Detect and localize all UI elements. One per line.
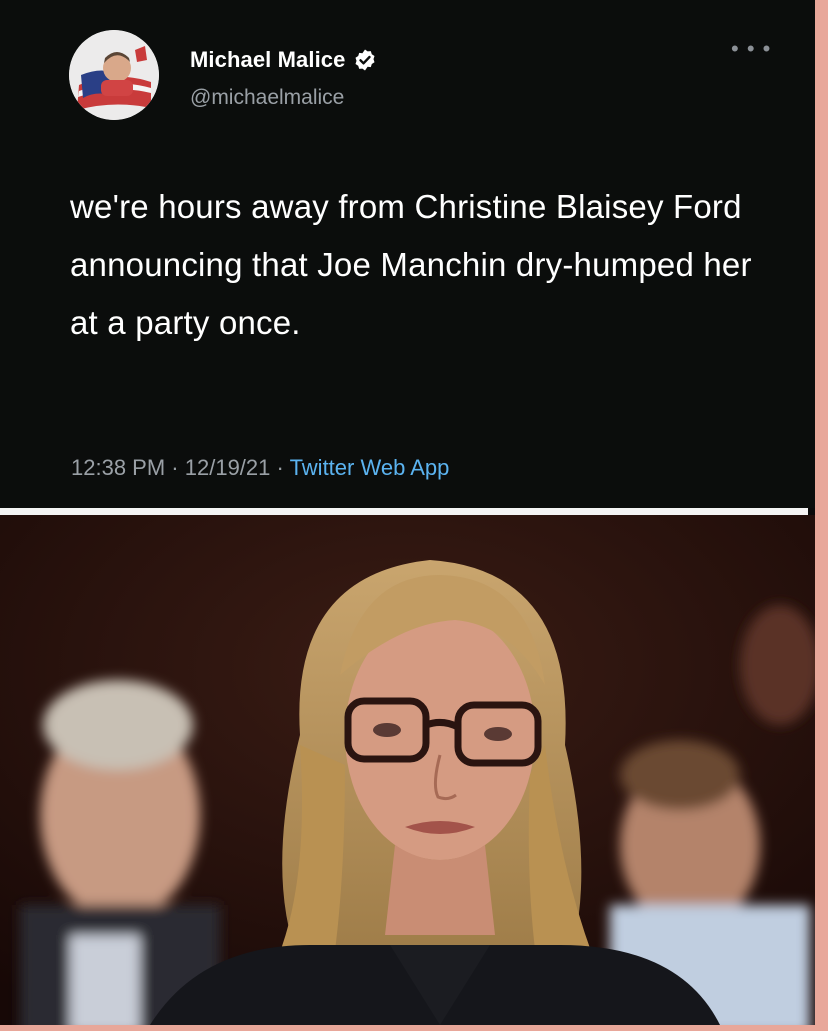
- verified-badge-icon: [355, 49, 375, 71]
- avatar[interactable]: [69, 30, 159, 120]
- author-name-row[interactable]: Michael Malice: [190, 47, 377, 73]
- more-options-icon[interactable]: • • •: [731, 38, 771, 60]
- tweet-date[interactable]: 12/19/21: [185, 455, 271, 480]
- tweet-source-link[interactable]: Twitter Web App: [290, 455, 450, 480]
- tweet-meta: 12:38 PM · 12/19/21 · Twitter Web App: [71, 455, 449, 481]
- tweet-card[interactable]: Michael Malice @michaelmalice • • • we'r…: [0, 0, 815, 508]
- tweet-time[interactable]: 12:38 PM: [71, 455, 165, 480]
- tweet-text: we're hours away from Christine Blaisey …: [70, 188, 752, 341]
- attached-photo[interactable]: [0, 515, 815, 1025]
- meta-separator: ·: [276, 455, 284, 480]
- divider: [0, 508, 808, 515]
- screenshot-frame: Michael Malice @michaelmalice • • • we'r…: [0, 0, 815, 1025]
- meta-separator: ·: [171, 455, 179, 480]
- user-handle[interactable]: @michaelmalice: [190, 86, 344, 110]
- display-name[interactable]: Michael Malice: [190, 47, 345, 73]
